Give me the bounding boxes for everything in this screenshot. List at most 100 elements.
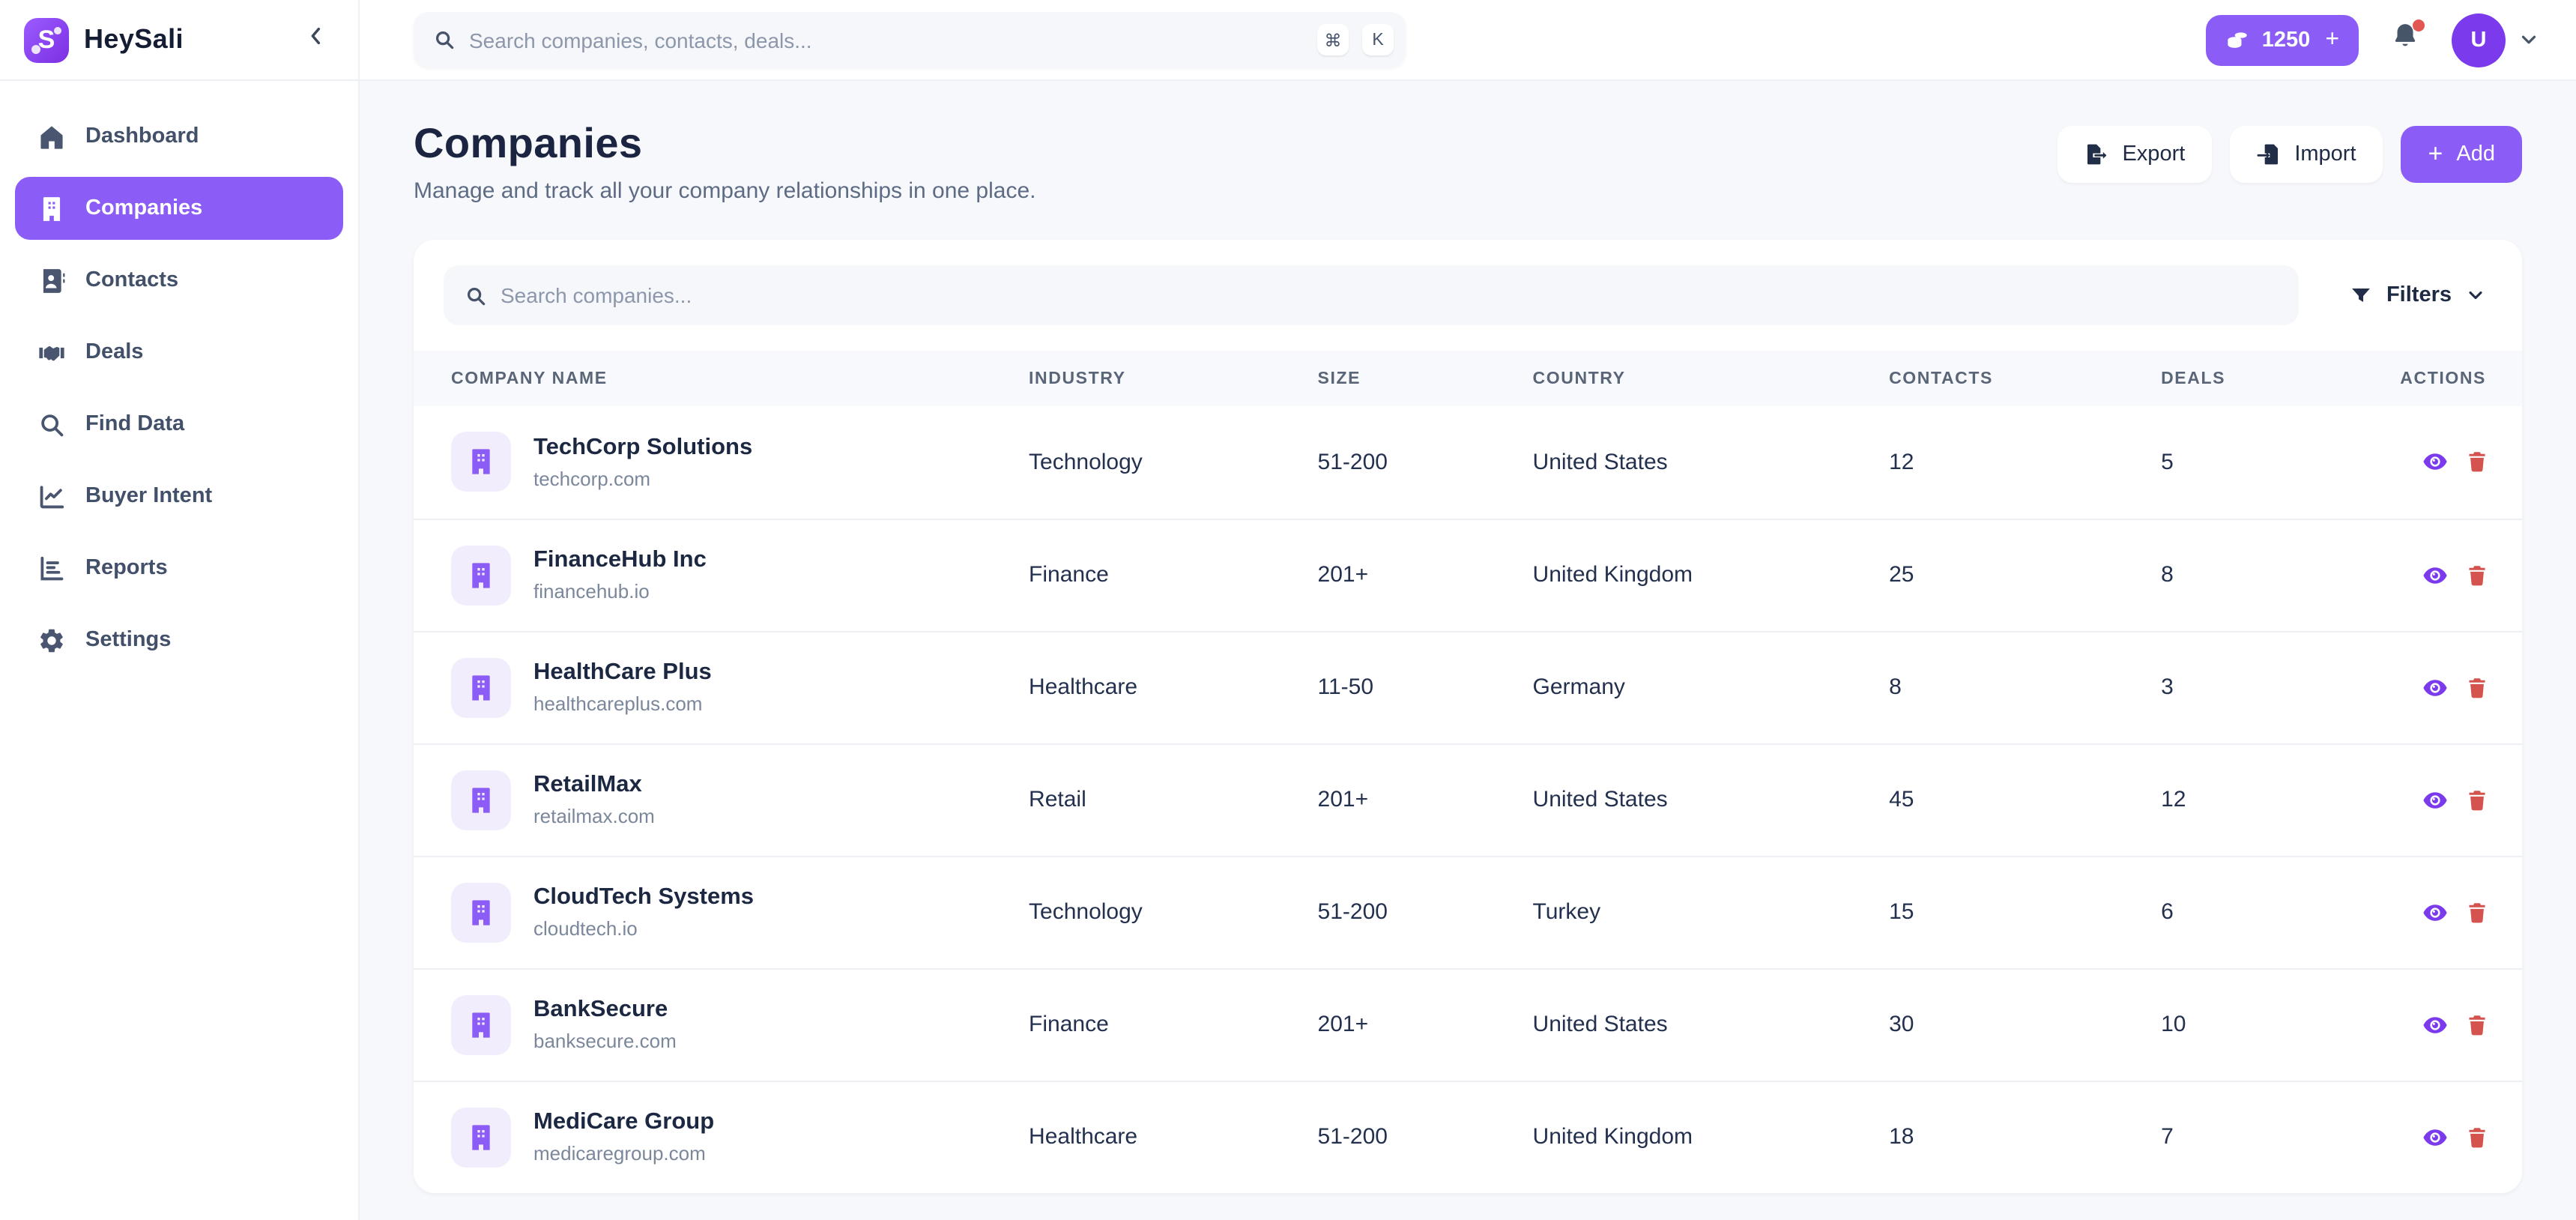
gear-icon: [36, 625, 66, 655]
company-name: BankSecure: [533, 997, 677, 1024]
sidebar-collapse-button[interactable]: [298, 22, 334, 58]
cell-deals: 5: [2123, 406, 2398, 519]
company-name: RetailMax: [533, 772, 655, 799]
table-row: RetailMaxretailmax.com Retail 201+ Unite…: [414, 743, 2522, 856]
delete-button[interactable]: [2465, 1126, 2489, 1150]
companies-search-input[interactable]: [501, 283, 2279, 307]
eye-icon: [2422, 786, 2449, 813]
plus-icon: +: [2325, 26, 2339, 53]
cell-deals: 7: [2123, 1081, 2398, 1193]
filters-label: Filters: [2386, 283, 2452, 307]
col-contacts: CONTACTS: [1851, 351, 2123, 406]
delete-button[interactable]: [2465, 675, 2489, 699]
content: Companies Manage and track all your comp…: [360, 81, 2576, 1220]
cell-contacts: 12: [1851, 406, 2123, 519]
cell-country: United States: [1496, 406, 1852, 519]
delete-button[interactable]: [2465, 450, 2489, 474]
cell-contacts: 25: [1851, 519, 2123, 631]
companies-search[interactable]: [444, 265, 2300, 325]
company-domain: healthcareplus.com: [533, 692, 712, 715]
col-actions: ACTIONS: [2398, 351, 2522, 406]
add-button[interactable]: + Add: [2401, 126, 2523, 183]
cell-industry: Finance: [991, 519, 1281, 631]
company-name: HealthCare Plus: [533, 659, 712, 686]
notifications-button[interactable]: [2389, 23, 2422, 56]
sidebar-item-label: Dashboard: [85, 124, 199, 148]
view-button[interactable]: [2422, 1124, 2449, 1151]
cell-contacts: 45: [1851, 743, 2123, 856]
delete-button[interactable]: [2465, 1012, 2489, 1036]
app-root: S HeySali Dashboard Companies: [0, 0, 2576, 1220]
sidebar-nav: Dashboard Companies Contacts Deals: [0, 81, 358, 695]
cell-size: 11-50: [1281, 631, 1496, 743]
sidebar-item-settings[interactable]: Settings: [15, 609, 343, 671]
sidebar-item-label: Find Data: [85, 412, 184, 436]
funnel-icon: [2350, 284, 2373, 306]
delete-button[interactable]: [2465, 788, 2489, 812]
view-button[interactable]: [2422, 674, 2449, 701]
view-button[interactable]: [2422, 561, 2449, 588]
topbar-right: 1250 + U: [2207, 13, 2540, 67]
cell-size: 51-200: [1281, 406, 1496, 519]
sidebar-item-find-data[interactable]: Find Data: [15, 393, 343, 456]
companies-table: COMPANY NAME INDUSTRY SIZE COUNTRY CONTA…: [414, 351, 2522, 1193]
trash-icon: [2465, 675, 2489, 699]
cell-size: 201+: [1281, 968, 1496, 1081]
col-size: SIZE: [1281, 351, 1496, 406]
export-label: Export: [2122, 142, 2185, 166]
credits-button[interactable]: 1250 +: [2207, 14, 2359, 65]
company-avatar: [451, 545, 511, 605]
sidebar-item-companies[interactable]: Companies: [15, 177, 343, 240]
import-button[interactable]: Import: [2230, 126, 2383, 183]
table-row: HealthCare Plushealthcareplus.com Health…: [414, 631, 2522, 743]
table-header-row: COMPANY NAME INDUSTRY SIZE COUNTRY CONTA…: [414, 351, 2522, 406]
company-domain: medicaregroup.com: [533, 1143, 714, 1165]
trash-icon: [2465, 900, 2489, 924]
trash-icon: [2465, 563, 2489, 587]
table-row: BankSecurebanksecure.com Finance 201+ Un…: [414, 968, 2522, 1081]
user-menu[interactable]: U: [2452, 13, 2540, 67]
view-button[interactable]: [2422, 786, 2449, 813]
sidebar-item-contacts[interactable]: Contacts: [15, 249, 343, 312]
company-domain: financehub.io: [533, 580, 707, 603]
filters-button[interactable]: Filters: [2344, 283, 2492, 307]
view-button[interactable]: [2422, 899, 2449, 925]
delete-button[interactable]: [2465, 563, 2489, 587]
k-keycap: K: [1362, 24, 1394, 55]
company-avatar: [451, 657, 511, 717]
eye-icon: [2422, 1124, 2449, 1151]
eye-icon: [2422, 899, 2449, 925]
sidebar-item-label: Contacts: [85, 268, 178, 292]
chevron-down-icon: [2518, 28, 2540, 51]
view-button[interactable]: [2422, 1011, 2449, 1038]
sidebar-item-reports[interactable]: Reports: [15, 537, 343, 600]
cell-industry: Technology: [991, 856, 1281, 968]
cmd-keycap: ⌘: [1317, 24, 1349, 55]
delete-button[interactable]: [2465, 900, 2489, 924]
eye-icon: [2422, 449, 2449, 476]
cell-deals: 10: [2123, 968, 2398, 1081]
col-industry: INDUSTRY: [991, 351, 1281, 406]
export-button[interactable]: Export: [2058, 126, 2212, 183]
table-row: TechCorp Solutionstechcorp.com Technolog…: [414, 406, 2522, 519]
cell-country: United Kingdom: [1496, 519, 1852, 631]
cell-deals: 6: [2123, 856, 2398, 968]
view-button[interactable]: [2422, 449, 2449, 476]
trash-icon: [2465, 788, 2489, 812]
main-area: ⌘ K 1250 + U: [360, 0, 2576, 1220]
sidebar-item-deals[interactable]: Deals: [15, 321, 343, 384]
coins-icon: [2226, 28, 2250, 52]
company-name: FinanceHub Inc: [533, 547, 707, 574]
sidebar-item-buyer-intent[interactable]: Buyer Intent: [15, 465, 343, 528]
global-search-input[interactable]: [469, 28, 1304, 52]
global-search[interactable]: ⌘ K: [414, 12, 1406, 67]
company-domain: banksecure.com: [533, 1030, 677, 1052]
sidebar-item-dashboard[interactable]: Dashboard: [15, 105, 343, 168]
cell-industry: Retail: [991, 743, 1281, 856]
company-avatar: [451, 432, 511, 492]
avatar: U: [2452, 13, 2506, 67]
chevron-down-icon: [2465, 285, 2486, 306]
table-toolbar: Filters: [414, 240, 2522, 351]
company-avatar: [451, 770, 511, 830]
cell-industry: Healthcare: [991, 1081, 1281, 1193]
